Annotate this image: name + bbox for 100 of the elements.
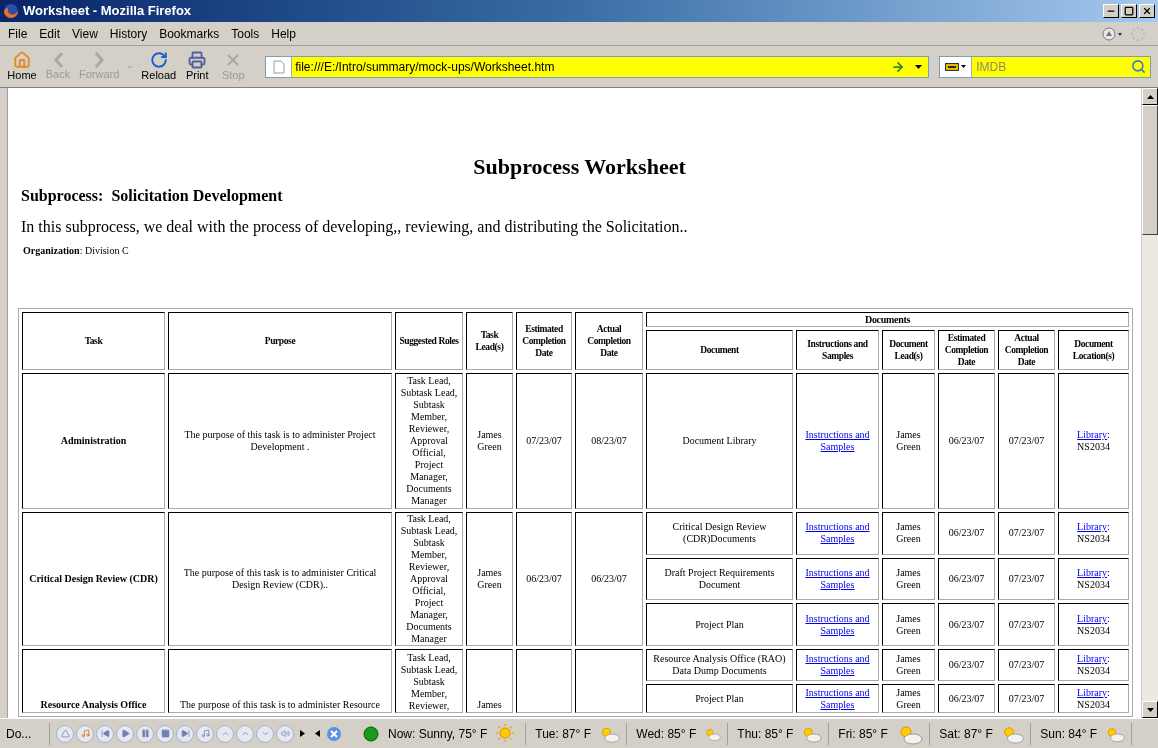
column-header: Actual Completion Date <box>998 330 1055 370</box>
cross-icon[interactable] <box>326 725 344 742</box>
weather-panel[interactable]: Wed: 85° F <box>630 722 729 745</box>
table-cell: Critical Design Review (CDR)Documents <box>646 512 793 555</box>
instructions-link[interactable]: Instructions and Samples <box>797 686 878 711</box>
weather-panel[interactable]: Sun: 84° F <box>1034 722 1133 745</box>
sidebar-splitter[interactable] <box>0 88 8 718</box>
music-note-icon[interactable] <box>196 724 214 743</box>
status-text: Do... <box>5 725 33 743</box>
volume-icon[interactable] <box>276 724 294 743</box>
maximize-icon <box>1124 6 1134 16</box>
up-icon[interactable] <box>236 724 254 743</box>
table-cell: Draft Project Requirements Document <box>646 557 793 601</box>
table-cell: Administration <box>22 373 165 509</box>
printer-icon <box>188 51 207 69</box>
scrollbar[interactable] <box>1141 88 1158 718</box>
table-cell: James Green <box>882 684 935 713</box>
table-cell: 06/23/07 <box>938 512 995 555</box>
table-cell: James Green <box>882 603 935 646</box>
table-cell: 06/23/07 <box>938 684 995 713</box>
column-header: Task Lead(s) <box>466 312 513 370</box>
url-input[interactable]: file:///E:/Intro/summary/mock-ups/Worksheet.htm <box>292 57 892 76</box>
menu-item[interactable]: View <box>66 24 104 43</box>
go-arrow-icon[interactable] <box>891 59 906 74</box>
search-field[interactable]: IMDB <box>939 55 1152 78</box>
column-header: Document Location(s) <box>1058 330 1129 370</box>
reload-icon <box>149 51 168 69</box>
table-cell: Resource Analysis Office <box>22 649 165 713</box>
weather-label: Fri: 85° F <box>838 725 888 743</box>
weather-panel[interactable]: Thu: 85° F <box>731 722 830 745</box>
close-button[interactable] <box>1139 4 1155 18</box>
address-field[interactable]: file:///E:/Intro/summary/mock-ups/Worksheet.htm <box>265 55 930 78</box>
table-cell <box>575 649 643 713</box>
scroll-up-icon[interactable] <box>1146 94 1154 99</box>
menu-item[interactable]: History <box>103 24 154 43</box>
maximize-button[interactable] <box>1121 4 1137 18</box>
document-location: Library: NS2034 <box>1077 612 1110 636</box>
weather-label: Now: Sunny, 75° F <box>388 725 488 743</box>
instructions-link[interactable]: Instructions and Samples <box>797 521 878 546</box>
menu-item[interactable]: Bookmarks <box>153 24 226 43</box>
page-icon <box>272 59 285 74</box>
instructions-link[interactable]: Instructions and Samples <box>797 567 878 591</box>
table-cell: The purpose of this task is to administer Critical Design Review (CDR).. <box>168 512 392 646</box>
weather-panel[interactable]: Now: Sunny, 75° F <box>382 722 527 745</box>
dropdown-icon[interactable] <box>961 65 967 68</box>
weather-panel[interactable]: Fri: 85° F <box>832 722 931 745</box>
document-location: Library: NS2034 <box>1077 429 1110 452</box>
column-header: Purpose <box>168 312 392 370</box>
table-cell: Task Lead, Subtask Lead, Subtask Member, Reviewer, <box>395 649 463 713</box>
down-icon[interactable] <box>256 724 274 743</box>
menu-item[interactable]: File <box>2 24 34 43</box>
table-cell: Project Plan <box>646 603 793 646</box>
window-title: Worksheet - Mozilla Firefox <box>23 2 192 21</box>
table-cell: 06/23/07 <box>938 649 995 682</box>
minimize-button[interactable] <box>1103 4 1119 18</box>
table-cell: James Green <box>882 512 935 555</box>
search-input[interactable]: IMDB <box>972 57 1132 76</box>
table-cell: James Green <box>882 373 935 509</box>
weather-panel[interactable]: Sat: 87° F <box>933 722 1032 745</box>
table-cell: 08/23/07 <box>575 373 643 509</box>
document-location: Library: NS2034 <box>1077 521 1110 545</box>
globe-icon <box>363 725 379 742</box>
column-header: Documents <box>646 312 1129 327</box>
weather-panel[interactable]: Tue: 87° F <box>529 722 628 745</box>
pause-icon[interactable] <box>136 724 154 743</box>
table-cell: The purpose of this task is to administer Resource <box>168 649 392 713</box>
scroll-thumb[interactable] <box>1142 105 1158 235</box>
skip-back-icon[interactable] <box>96 724 114 743</box>
next-arrow-icon[interactable] <box>300 730 305 737</box>
menu-item[interactable]: Help <box>265 24 302 43</box>
intro-text: In this subprocess, we deal with the process of developing,, reviewing, and distributing the Solicitation.. <box>21 217 689 237</box>
stop-icon[interactable] <box>156 724 174 743</box>
table-cell: James <box>466 649 513 713</box>
weather-label: Wed: 85° F <box>636 725 697 743</box>
toolbar-button[interactable]: Reload <box>138 51 180 82</box>
back-icon <box>53 52 63 68</box>
dropdown-icon[interactable] <box>915 64 923 69</box>
play-icon[interactable] <box>116 724 134 743</box>
scroll-down-icon[interactable] <box>1146 707 1154 712</box>
toolbar-button[interactable]: Print <box>179 51 216 82</box>
instructions-link[interactable]: Instructions and Samples <box>797 612 878 637</box>
table-cell: James Green <box>466 373 513 509</box>
table-cell: 07/23/07 <box>998 649 1055 682</box>
instructions-link[interactable]: Instructions and Samples <box>797 653 878 678</box>
skip-forward-icon[interactable] <box>176 724 194 743</box>
menu-item[interactable]: Tools <box>225 24 266 43</box>
column-header: Suggested Roles <box>395 312 463 370</box>
table-cell: 07/23/07 <box>998 603 1055 646</box>
weather-label: Tue: 87° F <box>535 725 591 743</box>
menu-item[interactable]: Edit <box>33 24 67 43</box>
column-header: Task <box>22 312 165 370</box>
instructions-link[interactable]: Instructions and Samples <box>797 429 878 453</box>
column-header: Document <box>646 330 793 370</box>
table-cell: James Green <box>882 557 935 601</box>
forward-icon <box>94 52 104 68</box>
search-icon[interactable] <box>1131 59 1147 74</box>
table-cell: Task Lead, Subtask Lead, Subtask Member, Reviewer, Approval Official, Project Manager, Documents Manager <box>395 373 463 509</box>
music-note-icon[interactable] <box>76 724 94 743</box>
subprocess-heading: Subprocess: Solicitation Development <box>21 186 284 206</box>
toolbar-button[interactable]: Home <box>4 51 40 82</box>
